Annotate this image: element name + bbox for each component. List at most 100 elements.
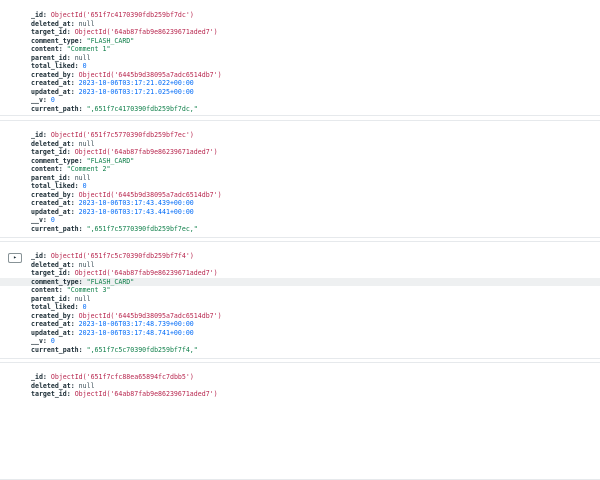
field-value[interactable]: ObjectId('651f7c5c70390fdb259bf7f4')	[51, 252, 194, 260]
field-value[interactable]: "Comment 1"	[67, 45, 111, 53]
field-value[interactable]: ObjectId('64ab87fab9e86239671aded7')	[75, 28, 218, 36]
field-row[interactable]: total_liked: 0	[31, 182, 222, 191]
field-value[interactable]: ObjectId('64ab87fab9e86239671aded7')	[75, 269, 218, 277]
field-value[interactable]: ObjectId('651f7c4170390fdb259bf7dc')	[51, 11, 194, 19]
document-card[interactable]: _id: ObjectId('651f7cfc88ea65894fc7dbb5'…	[0, 362, 600, 480]
field-value[interactable]: "Comment 3"	[67, 286, 111, 294]
field-row[interactable]: deleted_at: null	[31, 140, 222, 149]
document-card[interactable]: _id: ObjectId('651f7c5770390fdb259bf7ec'…	[0, 120, 600, 238]
field-row[interactable]: current_path: ",651f7c5770390fdb259bf7ec…	[31, 225, 222, 234]
field-row[interactable]: total_liked: 0	[31, 62, 222, 71]
document-card[interactable]: _id: ObjectId('651f7c4170390fdb259bf7dc'…	[0, 0, 600, 116]
field-value[interactable]: null	[75, 54, 91, 62]
field-value[interactable]: 2023-10-06T03:17:43.441+00:00	[79, 208, 194, 216]
field-row[interactable]: comment_type: "FLASH_CARD"	[0, 277, 599, 287]
field-row[interactable]: parent_id: null	[31, 174, 222, 183]
field-row[interactable]: target_id: ObjectId('64ab87fab9e86239671…	[31, 390, 218, 399]
field-row[interactable]: updated_at: 2023-10-06T03:17:21.025+00:0…	[31, 88, 222, 97]
field-value[interactable]: 2023-10-06T03:17:43.439+00:00	[79, 199, 194, 207]
field-separator: :	[70, 190, 79, 199]
field-separator: :	[42, 373, 51, 381]
field-value[interactable]: "FLASH_CARD"	[87, 278, 135, 286]
field-row[interactable]: created_by: ObjectId('6445b9d38095a7adc6…	[31, 71, 222, 80]
field-row[interactable]: content: "Comment 1"	[31, 45, 222, 54]
field-value[interactable]: "Comment 2"	[67, 165, 111, 173]
field-value[interactable]: null	[75, 295, 91, 303]
field-separator: :	[70, 199, 79, 207]
field-key: deleted_at	[31, 19, 71, 28]
field-value[interactable]: 2023-10-06T03:17:48.741+00:00	[79, 329, 194, 337]
field-row[interactable]: current_path: ",651f7c5c70390fdb259bf7f4…	[31, 346, 222, 355]
field-row[interactable]: __v: 0	[31, 96, 222, 105]
field-value[interactable]: 0	[83, 182, 87, 190]
field-value[interactable]: null	[79, 382, 95, 390]
field-value[interactable]: ",651f7c5770390fdb259bf7ec,"	[87, 225, 198, 233]
field-row[interactable]: updated_at: 2023-10-06T03:17:43.441+00:0…	[31, 208, 222, 217]
field-value[interactable]: 0	[51, 337, 55, 345]
field-row[interactable]: target_id: ObjectId('64ab87fab9e86239671…	[31, 28, 222, 37]
field-row[interactable]: deleted_at: null	[31, 261, 222, 270]
field-row[interactable]: parent_id: null	[31, 295, 222, 304]
field-value[interactable]: ObjectId('6445b9d38095a7adc6514db7')	[79, 191, 222, 199]
field-row[interactable]: created_at: 2023-10-06T03:17:48.739+00:0…	[31, 320, 222, 329]
field-value[interactable]: ObjectId('651f7cfc88ea65894fc7dbb5')	[51, 373, 194, 381]
field-row[interactable]: created_by: ObjectId('6445b9d38095a7adc6…	[31, 191, 222, 200]
field-separator: :	[70, 70, 79, 79]
field-separator: :	[58, 165, 67, 173]
field-row[interactable]: target_id: ObjectId('64ab87fab9e86239671…	[31, 148, 222, 157]
document-fields: _id: ObjectId('651f7c5c70390fdb259bf7f4'…	[0, 252, 599, 355]
field-value[interactable]: "FLASH_CARD"	[87, 157, 135, 165]
field-row[interactable]: content: "Comment 2"	[31, 165, 222, 174]
field-value[interactable]: "FLASH_CARD"	[87, 37, 135, 45]
field-row[interactable]: created_by: ObjectId('6445b9d38095a7adc6…	[31, 312, 222, 321]
field-value[interactable]: 0	[51, 216, 55, 224]
field-value[interactable]: 0	[51, 96, 55, 104]
field-row[interactable]: _id: ObjectId('651f7cfc88ea65894fc7dbb5'…	[31, 373, 218, 382]
field-key: parent_id	[31, 294, 67, 303]
field-row[interactable]: _id: ObjectId('651f7c4170390fdb259bf7dc'…	[31, 11, 222, 20]
field-value[interactable]: null	[79, 261, 95, 269]
field-value[interactable]: ObjectId('64ab87fab9e86239671aded7')	[75, 390, 218, 398]
field-row[interactable]: comment_type: "FLASH_CARD"	[31, 157, 222, 166]
field-value[interactable]: 2023-10-06T03:17:21.022+00:00	[79, 79, 194, 87]
field-value[interactable]: ",651f7c5c70390fdb259bf7f4,"	[87, 346, 198, 354]
field-value[interactable]: 0	[83, 62, 87, 70]
field-value[interactable]: null	[79, 140, 95, 148]
field-row[interactable]: created_at: 2023-10-06T03:17:43.439+00:0…	[31, 199, 222, 208]
field-value[interactable]: ",651f7c4170390fdb259bf7dc,"	[87, 105, 198, 113]
field-value[interactable]: 0	[83, 303, 87, 311]
field-key: created_by	[31, 311, 71, 320]
field-row[interactable]: _id: ObjectId('651f7c5770390fdb259bf7ec'…	[31, 131, 222, 140]
field-row[interactable]: __v: 0	[31, 216, 222, 225]
field-row[interactable]: comment_type: "FLASH_CARD"	[31, 37, 222, 46]
field-key: current_path	[31, 104, 79, 113]
field-row[interactable]: _id: ObjectId('651f7c5c70390fdb259bf7f4'…	[31, 252, 222, 261]
field-row[interactable]: __v: 0	[31, 337, 222, 346]
field-separator: :	[78, 156, 87, 165]
field-value[interactable]: ObjectId('651f7c5770390fdb259bf7ec')	[51, 131, 194, 139]
field-value[interactable]: null	[75, 174, 91, 182]
field-value[interactable]: 2023-10-06T03:17:21.025+00:00	[79, 88, 194, 96]
expand-document-icon[interactable]: ▸	[8, 253, 22, 263]
field-row[interactable]: updated_at: 2023-10-06T03:17:48.741+00:0…	[31, 329, 222, 338]
field-value[interactable]: null	[79, 20, 95, 28]
field-row[interactable]: created_at: 2023-10-06T03:17:21.022+00:0…	[31, 79, 222, 88]
field-value[interactable]: 2023-10-06T03:17:48.739+00:00	[79, 320, 194, 328]
field-row[interactable]: content: "Comment 3"	[31, 286, 222, 295]
field-key: updated_at	[31, 328, 71, 337]
field-row[interactable]: current_path: ",651f7c4170390fdb259bf7dc…	[31, 105, 222, 114]
document-card[interactable]: ▸ _id: ObjectId('651f7c5c70390fdb259bf7f4…	[0, 241, 600, 359]
field-separator: :	[74, 62, 83, 70]
field-value[interactable]: ObjectId('64ab87fab9e86239671aded7')	[75, 148, 218, 156]
field-key: _id	[31, 131, 43, 139]
field-separator: :	[74, 182, 83, 190]
field-value[interactable]: ObjectId('6445b9d38095a7adc6514db7')	[79, 312, 222, 320]
field-row[interactable]: deleted_at: null	[31, 382, 218, 391]
field-row[interactable]: target_id: ObjectId('64ab87fab9e86239671…	[31, 269, 222, 278]
field-value[interactable]: ObjectId('6445b9d38095a7adc6514db7')	[79, 71, 222, 79]
field-separator: :	[66, 148, 75, 156]
field-row[interactable]: deleted_at: null	[31, 20, 222, 29]
field-key: deleted_at	[31, 139, 71, 148]
field-row[interactable]: total_liked: 0	[31, 303, 222, 312]
field-row[interactable]: parent_id: null	[31, 54, 222, 63]
